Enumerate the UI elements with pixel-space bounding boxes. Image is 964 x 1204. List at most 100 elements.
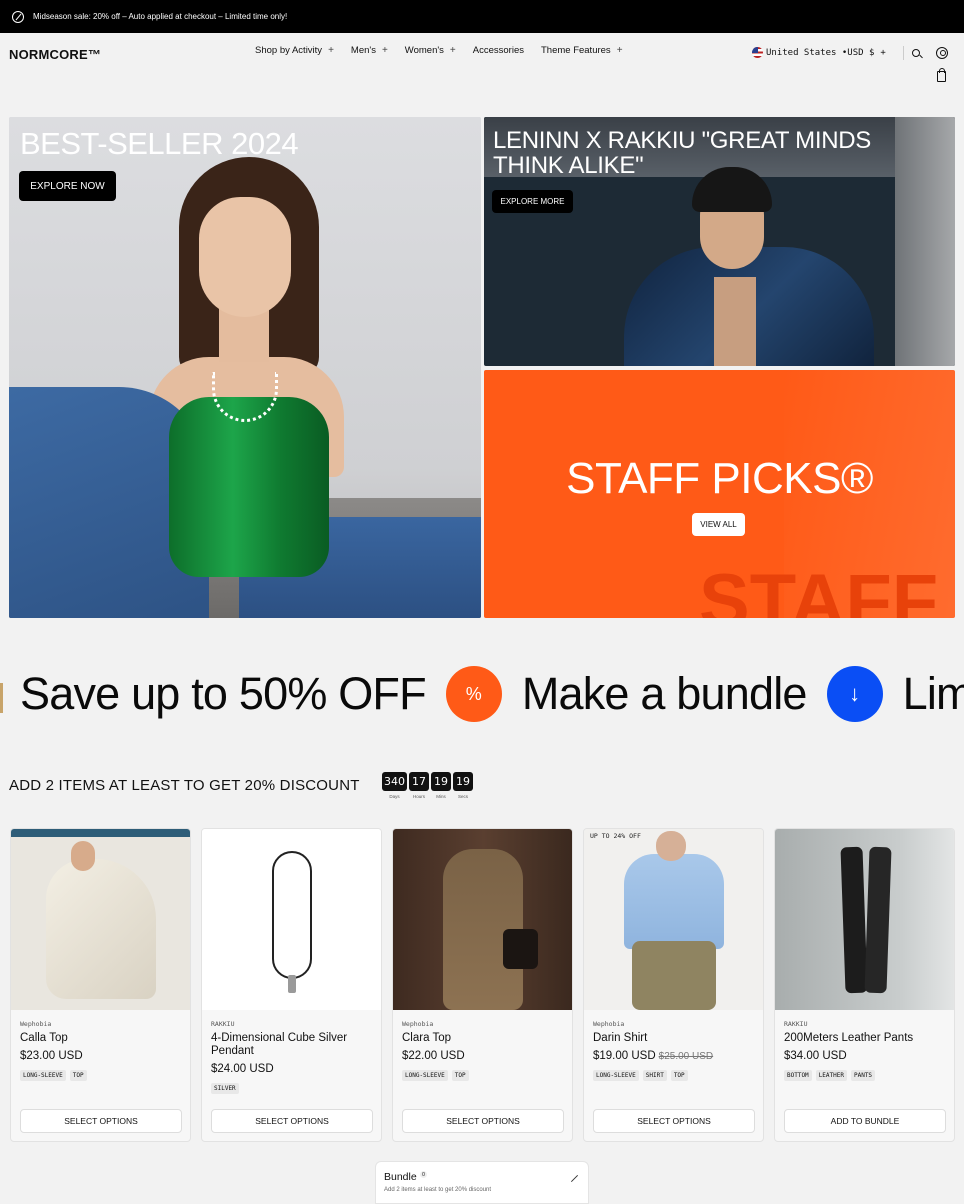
nav-label: Men's — [350, 45, 376, 56]
select-options-button[interactable]: SELECT OPTIONS — [402, 1109, 564, 1133]
nav-item-shop-by-activity[interactable]: Shop by Activity + — [255, 45, 334, 56]
product-tag: TOP — [451, 1070, 469, 1081]
nav-label: Shop by Activity — [255, 45, 323, 56]
bundle-widget[interactable]: Bundle 0 Add 2 items at least to get 20%… — [375, 1161, 589, 1204]
bundle-heading: ADD 2 ITEMS AT LEAST TO GET 20% DISCOUNT — [9, 777, 360, 794]
countdown-days: 340 Days — [382, 772, 407, 799]
hero-title: LENINN X RAKKIU "GREAT MINDS THINK ALIKE… — [493, 127, 871, 180]
countdown-timer: 340 Days 17 Hours 19 Mins 19 Secs — [382, 772, 473, 799]
product-image-cord — [272, 851, 312, 979]
bundle-count-badge: 0 — [420, 1171, 427, 1178]
countdown-value: 19 — [431, 772, 451, 791]
countdown-label: Days — [389, 794, 400, 799]
cart-icon[interactable] — [937, 68, 946, 82]
product-tags: LONG-SLEEVE SHIRT TOP — [593, 1070, 688, 1081]
nav-item-womens[interactable]: Women's + — [405, 45, 456, 56]
product-card[interactable]: Wephobia Clara Top $22.00 USD LONG-SLEEV… — [392, 828, 573, 1142]
product-image[interactable] — [202, 829, 381, 1010]
product-price: $23.00 USD — [20, 1050, 83, 1062]
select-options-button[interactable]: SELECT OPTIONS — [211, 1109, 373, 1133]
plus-icon: + — [449, 45, 456, 56]
nav-label: Accessories — [472, 45, 524, 56]
price-value: $19.00 USD — [593, 1050, 656, 1062]
product-title[interactable]: Calla Top — [20, 1032, 185, 1045]
plus-icon: + — [381, 45, 388, 56]
marquee-text: Lim — [902, 668, 964, 719]
announcement-bar: Midseason sale: 20% off – Auto applied a… — [0, 0, 964, 33]
expand-icon[interactable] — [570, 1174, 578, 1182]
product-tag: LONG-SLEEVE — [20, 1070, 66, 1081]
main-nav: Shop by Activity + Men's + Women's + Access… — [255, 45, 640, 56]
plus-icon: + — [880, 47, 886, 58]
plus-icon: + — [328, 45, 334, 56]
product-price: $22.00 USD — [402, 1050, 465, 1062]
nav-item-mens[interactable]: Men's + — [351, 45, 388, 56]
product-image-face — [71, 841, 95, 871]
countdown-mins: 19 Mins — [431, 772, 451, 799]
product-image-face — [656, 831, 686, 861]
hero-collab[interactable]: LENINN X RAKKIU "GREAT MINDS THINK ALIKE… — [484, 117, 955, 366]
product-price: $19.00 USD $25.00 USD — [593, 1050, 713, 1062]
add-to-bundle-button[interactable]: ADD TO BUNDLE — [784, 1109, 946, 1133]
locale-selector[interactable]: United States •USD $ + — [752, 47, 886, 58]
countdown-hours: 17 Hours — [409, 772, 429, 799]
explore-now-button[interactable]: EXPLORE NOW — [19, 171, 116, 201]
product-vendor: RAKKIU — [211, 1020, 235, 1028]
product-tag: LONG-SLEEVE — [593, 1070, 639, 1081]
product-title[interactable]: 200Meters Leather Pants — [784, 1032, 949, 1045]
hero-best-seller[interactable]: BEST-SELLER 2024 EXPLORE NOW — [9, 117, 481, 618]
product-tag: TOP — [670, 1070, 688, 1081]
percent-icon: % — [445, 666, 502, 722]
product-tag: SHIRT — [642, 1070, 667, 1081]
product-image[interactable]: UP TO 24% OFF — [584, 829, 763, 1010]
product-title[interactable]: Darin Shirt — [593, 1032, 758, 1045]
countdown-label: Secs — [457, 794, 468, 799]
countdown-label: Hours — [412, 794, 425, 799]
promo-marquee: Save up to 50% OFF % Make a bundle ↓ Lim — [0, 660, 964, 726]
account-icon[interactable] — [936, 47, 948, 59]
hero-image-face — [199, 197, 291, 317]
product-tag: LONG-SLEEVE — [402, 1070, 448, 1081]
logo[interactable]: NORMCORE™ — [9, 47, 101, 62]
product-image-bag — [503, 929, 538, 969]
marquee-text: Make a bundle — [521, 668, 808, 719]
divider — [903, 46, 904, 60]
bundle-widget-title: Bundle — [384, 1171, 417, 1183]
search-icon[interactable] — [911, 48, 923, 60]
product-card[interactable]: Wephobia Calla Top $23.00 USD LONG-SLEEV… — [10, 828, 191, 1142]
select-options-button[interactable]: SELECT OPTIONS — [593, 1109, 755, 1133]
product-card[interactable]: RAKKIU 4-Dimensional Cube Silver Pendant… — [201, 828, 382, 1142]
product-image-pendant — [288, 975, 296, 993]
announcement-text: Midseason sale: 20% off – Auto applied a… — [33, 12, 288, 21]
product-tags: LONG-SLEEVE TOP — [20, 1070, 87, 1081]
product-image[interactable] — [393, 829, 572, 1010]
product-tags: BOTTOM LEATHER PANTS — [784, 1070, 876, 1081]
product-image-trousers — [632, 941, 716, 1010]
product-image-pants-leg — [840, 846, 868, 994]
product-image[interactable] — [11, 829, 190, 1010]
price-value: $23.00 USD — [20, 1050, 83, 1062]
nav-item-accessories[interactable]: Accessories — [473, 45, 524, 56]
product-vendor: Wephobia — [402, 1020, 434, 1028]
product-tag: BOTTOM — [784, 1070, 812, 1081]
product-tags: LONG-SLEEVE TOP — [402, 1070, 469, 1081]
select-options-button[interactable]: SELECT OPTIONS — [20, 1109, 182, 1133]
product-vendor: Wephobia — [593, 1020, 625, 1028]
product-card[interactable]: RAKKIU 200Meters Leather Pants $34.00 US… — [774, 828, 955, 1142]
compare-price: $25.00 USD — [658, 1051, 714, 1062]
price-value: $34.00 USD — [784, 1050, 847, 1062]
product-vendor: RAKKIU — [784, 1020, 808, 1028]
countdown-value: 340 — [382, 772, 407, 791]
product-title[interactable]: Clara Top — [402, 1032, 567, 1045]
view-all-button[interactable]: VIEW ALL — [692, 513, 745, 536]
product-image-garment — [46, 859, 156, 999]
hero-title: BEST-SELLER 2024 — [20, 126, 299, 161]
countdown-secs: 19 Secs — [453, 772, 473, 799]
explore-more-button[interactable]: EXPLORE MORE — [492, 190, 573, 213]
product-title[interactable]: 4-Dimensional Cube Silver Pendant — [211, 1032, 376, 1058]
product-image[interactable] — [775, 829, 954, 1010]
hero-staff-picks[interactable]: STAFF STAFF PICKS® VIEW ALL — [484, 370, 955, 618]
nav-item-theme-features[interactable]: Theme Features + — [541, 45, 623, 56]
product-card[interactable]: UP TO 24% OFF Wephobia Darin Shirt $19.0… — [583, 828, 764, 1142]
hero-image-chest — [714, 277, 756, 366]
